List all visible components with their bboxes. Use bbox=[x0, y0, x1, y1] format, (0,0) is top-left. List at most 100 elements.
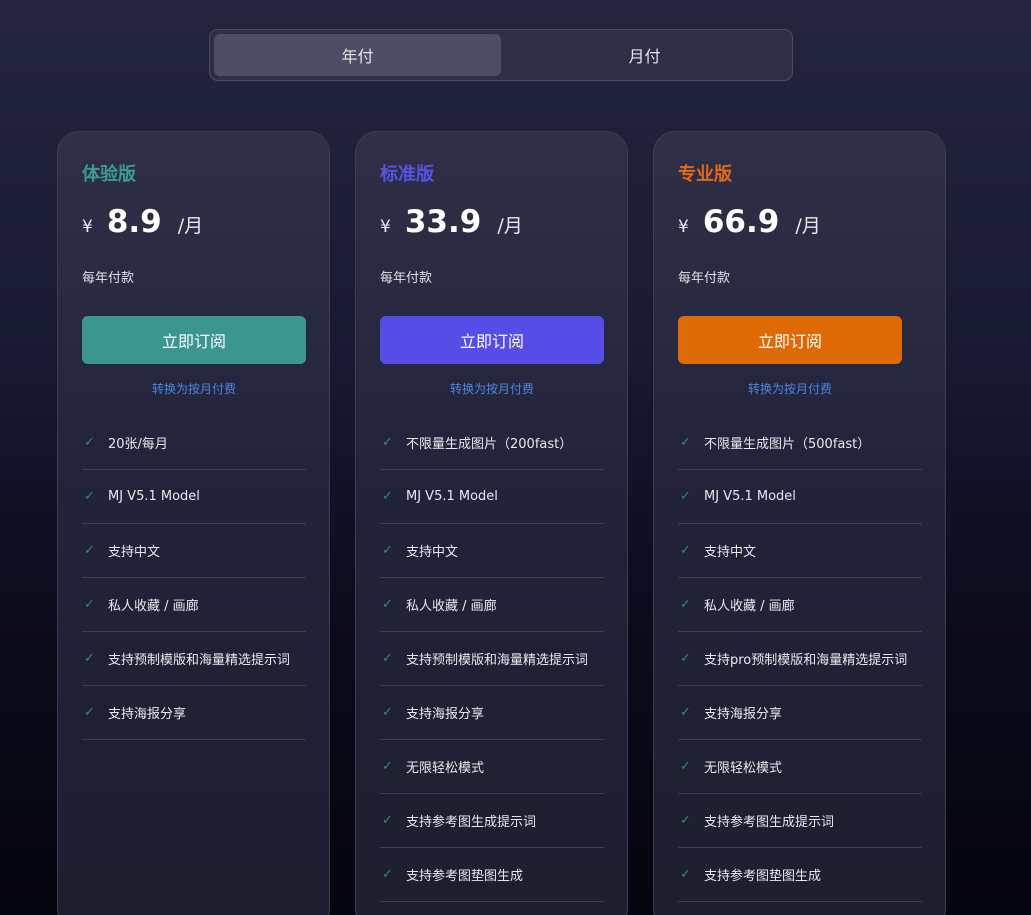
price-period: /月 bbox=[177, 215, 204, 237]
feature-label: 支持参考图垫图生成 bbox=[406, 869, 524, 884]
check-icon: ✓ bbox=[680, 435, 691, 450]
check-icon: ✓ bbox=[84, 543, 95, 558]
check-icon: ✓ bbox=[680, 867, 691, 882]
toggle-option-yearly[interactable]: 年付 bbox=[214, 34, 501, 76]
feature-label: 不限量生成图片（200fast） bbox=[406, 437, 573, 452]
check-icon: ✓ bbox=[680, 651, 691, 666]
feature-item: ✓ 不限量生成图片（200fast） bbox=[380, 416, 604, 470]
feature-label: 支持海报分享 bbox=[704, 707, 783, 722]
price-row: ¥ 8.9 /月 bbox=[82, 204, 203, 240]
feature-label: 支持中文 bbox=[108, 545, 161, 560]
feature-item: ✓ 支持预制模版和海量精选提示词 bbox=[82, 632, 306, 686]
feature-item: ✓ 支持海报分享 bbox=[678, 686, 922, 740]
feature-label: 支持中文 bbox=[704, 545, 757, 560]
feature-label: 私人收藏 / 画廊 bbox=[704, 599, 795, 614]
feature-label: 支持参考图生成提示词 bbox=[704, 815, 835, 830]
price-amount: 33.9 bbox=[404, 204, 482, 240]
price-period: /月 bbox=[497, 215, 523, 237]
feature-label: 支持pro预制模版和海量精选提示词 bbox=[704, 653, 908, 668]
check-icon: ✓ bbox=[84, 597, 95, 612]
switch-to-monthly-link[interactable]: 转换为按月付费 bbox=[82, 380, 306, 397]
check-icon: ✓ bbox=[84, 435, 95, 450]
feature-label: 支持预制模版和海量精选提示词 bbox=[406, 653, 589, 668]
feature-label: 私人收藏 / 画廊 bbox=[108, 599, 199, 614]
feature-item: ✓ 支持参考图生成提示词 bbox=[380, 794, 604, 848]
feature-item: ✓ 私人收藏 / 画廊 bbox=[82, 578, 306, 632]
check-icon: ✓ bbox=[680, 705, 691, 720]
check-icon: ✓ bbox=[382, 489, 393, 504]
feature-label: MJ V5.1 Model bbox=[108, 489, 200, 504]
plan-card-trial: 体验版 ¥ 8.9 /月 每年付款 立即订阅 转换为按月付费 ✓ 20张/每月 ✓ M… bbox=[57, 131, 330, 915]
price-amount: 8.9 bbox=[106, 204, 162, 240]
check-icon: ✓ bbox=[680, 489, 691, 504]
feature-label: MJ V5.1 Model bbox=[704, 489, 796, 504]
check-icon: ✓ bbox=[680, 759, 691, 774]
feature-item: ✓ 20张/每月 bbox=[82, 416, 306, 470]
check-icon: ✓ bbox=[382, 543, 393, 558]
check-icon: ✓ bbox=[680, 813, 691, 828]
feature-item: ✓ 无限轻松模式 bbox=[678, 740, 922, 794]
feature-item: ✓ 私人收藏 / 画廊 bbox=[380, 578, 604, 632]
check-icon: ✓ bbox=[84, 705, 95, 720]
check-icon: ✓ bbox=[382, 435, 393, 450]
plan-name: 标准版 bbox=[380, 164, 434, 185]
plan-card-standard: 标准版 ¥ 33.9 /月 每年付款 立即订阅 转换为按月付费 ✓ 不限量生成图片… bbox=[355, 131, 628, 915]
feature-label: 支持预制模版和海量精选提示词 bbox=[108, 653, 291, 668]
feature-list: ✓ 不限量生成图片（200fast） ✓ MJ V5.1 Model ✓ 支持中文 ✓ 私人收… bbox=[380, 416, 604, 902]
feature-label: MJ V5.1 Model bbox=[406, 489, 498, 504]
feature-item: ✓ MJ V5.1 Model bbox=[678, 470, 922, 524]
check-icon: ✓ bbox=[382, 867, 393, 882]
feature-item: ✓ 支持pro预制模版和海量精选提示词 bbox=[678, 632, 922, 686]
feature-item: ✓ MJ V5.1 Model bbox=[82, 470, 306, 524]
feature-item: ✓ 支持参考图生成提示词 bbox=[678, 794, 922, 848]
feature-item: ✓ 支持中文 bbox=[82, 524, 306, 578]
feature-label: 不限量生成图片（500fast） bbox=[704, 437, 871, 452]
currency-symbol: ¥ bbox=[678, 217, 689, 237]
feature-item: ✓ 私人收藏 / 画廊 bbox=[678, 578, 922, 632]
price-row: ¥ 66.9 /月 bbox=[678, 204, 821, 240]
feature-label: 无限轻松模式 bbox=[704, 761, 783, 776]
billing-note: 每年付款 bbox=[678, 271, 731, 286]
switch-to-monthly-link[interactable]: 转换为按月付费 bbox=[678, 380, 902, 397]
feature-label: 支持中文 bbox=[406, 545, 459, 560]
currency-symbol: ¥ bbox=[380, 217, 391, 237]
check-icon: ✓ bbox=[680, 597, 691, 612]
switch-to-monthly-link[interactable]: 转换为按月付费 bbox=[380, 380, 604, 397]
subscribe-button[interactable]: 立即订阅 bbox=[380, 316, 604, 364]
check-icon: ✓ bbox=[382, 813, 393, 828]
feature-label: 私人收藏 / 画廊 bbox=[406, 599, 497, 614]
check-icon: ✓ bbox=[382, 759, 393, 774]
feature-label: 20张/每月 bbox=[108, 437, 168, 452]
subscribe-button[interactable]: 立即订阅 bbox=[82, 316, 306, 364]
check-icon: ✓ bbox=[84, 489, 95, 504]
feature-item: ✓ 支持中文 bbox=[380, 524, 604, 578]
feature-item: ✓ 支持预制模版和海量精选提示词 bbox=[380, 632, 604, 686]
price-row: ¥ 33.9 /月 bbox=[380, 204, 523, 240]
check-icon: ✓ bbox=[382, 705, 393, 720]
currency-symbol: ¥ bbox=[82, 217, 93, 237]
feature-list: ✓ 不限量生成图片（500fast） ✓ MJ V5.1 Model ✓ 支持中文 ✓ 私人收… bbox=[678, 416, 922, 902]
check-icon: ✓ bbox=[382, 597, 393, 612]
feature-item: ✓ 支持海报分享 bbox=[82, 686, 306, 740]
billing-note: 每年付款 bbox=[380, 271, 433, 286]
feature-item: ✓ 无限轻松模式 bbox=[380, 740, 604, 794]
feature-item: ✓ 支持海报分享 bbox=[380, 686, 604, 740]
feature-item: ✓ 支持参考图垫图生成 bbox=[380, 848, 604, 902]
feature-item: ✓ 不限量生成图片（500fast） bbox=[678, 416, 922, 470]
feature-list: ✓ 20张/每月 ✓ MJ V5.1 Model ✓ 支持中文 ✓ 私人收藏 / 画廊 ✓ 支持预… bbox=[82, 416, 306, 740]
check-icon: ✓ bbox=[382, 651, 393, 666]
feature-item: ✓ MJ V5.1 Model bbox=[380, 470, 604, 524]
check-icon: ✓ bbox=[84, 651, 95, 666]
subscribe-button[interactable]: 立即订阅 bbox=[678, 316, 902, 364]
billing-period-toggle: 年付 月付 bbox=[209, 29, 793, 81]
price-amount: 66.9 bbox=[702, 204, 780, 240]
billing-note: 每年付款 bbox=[82, 271, 135, 286]
plan-name: 专业版 bbox=[678, 164, 732, 185]
check-icon: ✓ bbox=[680, 543, 691, 558]
toggle-option-monthly[interactable]: 月付 bbox=[501, 34, 788, 76]
feature-label: 支持海报分享 bbox=[108, 707, 187, 722]
plan-card-pro: 专业版 ¥ 66.9 /月 每年付款 立即订阅 转换为按月付费 ✓ 不限量生成图片… bbox=[653, 131, 946, 915]
feature-label: 支持海报分享 bbox=[406, 707, 485, 722]
feature-item: ✓ 支持参考图垫图生成 bbox=[678, 848, 922, 902]
plan-name: 体验版 bbox=[82, 164, 136, 185]
